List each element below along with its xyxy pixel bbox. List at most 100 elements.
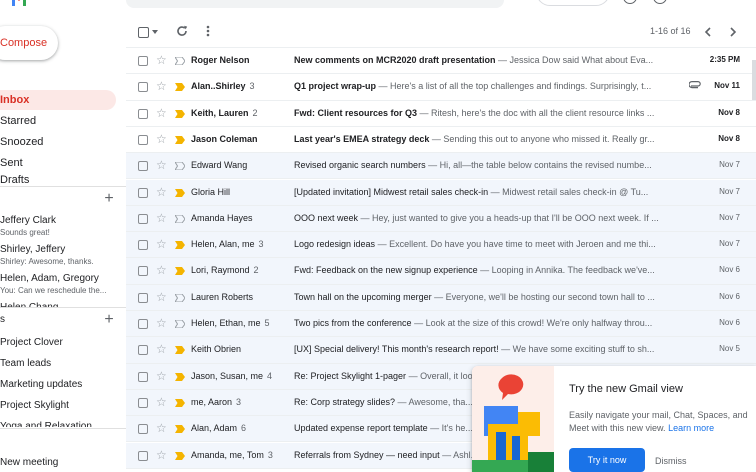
label-item[interactable]: Team leads xyxy=(0,358,51,369)
label-item[interactable]: Project Clover xyxy=(0,337,63,348)
email-subject: Updated expense report template xyxy=(294,423,428,434)
row-checkbox[interactable] xyxy=(138,108,148,119)
email-row[interactable]: ☆ Jason Coleman Last year's EMEA strategy … xyxy=(126,126,756,154)
email-row[interactable]: ☆ Helen, Alan, me 3 Logo redesign ideas — E… xyxy=(126,232,756,259)
row-checkbox[interactable] xyxy=(138,82,148,93)
star-icon[interactable]: ☆ xyxy=(156,421,167,435)
dismiss-button[interactable]: Dismiss xyxy=(655,456,687,466)
promo-illustration xyxy=(472,366,554,472)
label-item[interactable]: Marketing updates xyxy=(0,379,82,390)
learn-more-link[interactable]: Learn more xyxy=(668,423,714,433)
row-checkbox[interactable] xyxy=(138,187,148,198)
important-marker-icon[interactable] xyxy=(175,109,185,118)
select-all-checkbox[interactable] xyxy=(138,27,149,38)
email-row[interactable]: ☆ Roger Nelson New comments on MCR2020 dra… xyxy=(126,48,756,75)
row-checkbox[interactable] xyxy=(138,450,148,461)
star-icon[interactable]: ☆ xyxy=(156,448,167,462)
sidebar-item-inbox[interactable]: Inbox xyxy=(0,90,116,110)
sidebar-item-drafts[interactable]: Drafts xyxy=(0,174,116,186)
star-icon[interactable]: ☆ xyxy=(156,395,167,409)
star-icon[interactable]: ☆ xyxy=(156,79,167,93)
row-checkbox[interactable] xyxy=(138,240,148,251)
chat-item-name[interactable]: Helen, Adam, Gregory xyxy=(0,273,99,284)
important-marker-icon[interactable] xyxy=(175,135,185,144)
new-chat-plus-icon[interactable]: + xyxy=(103,191,115,207)
more-vert-icon[interactable] xyxy=(206,25,210,37)
important-marker-icon[interactable] xyxy=(175,162,185,171)
important-marker-icon[interactable] xyxy=(175,188,185,197)
important-marker-icon[interactable] xyxy=(175,57,185,65)
search-bar[interactable] xyxy=(126,0,504,8)
email-row[interactable]: ☆ Keith, Lauren 2 Fwd: Client resources for… xyxy=(126,100,756,127)
row-checkbox[interactable] xyxy=(138,266,148,277)
compose-button[interactable]: Compose xyxy=(0,26,58,60)
important-marker-icon[interactable] xyxy=(175,83,185,92)
email-row[interactable]: ☆ Edward Wang Revised organic search numbe… xyxy=(126,153,756,180)
star-icon[interactable]: ☆ xyxy=(156,342,167,356)
sender-name: Amanda Hayes xyxy=(191,212,253,223)
row-checkbox[interactable] xyxy=(138,345,148,356)
chevron-right-icon[interactable] xyxy=(730,27,737,37)
important-marker-icon[interactable] xyxy=(175,241,185,250)
settings-icon[interactable] xyxy=(653,0,667,4)
important-marker-icon[interactable] xyxy=(175,267,185,276)
star-icon[interactable]: ☆ xyxy=(156,132,167,146)
email-row[interactable]: ☆ Helen, Ethan, me 5 Two pics from the conf… xyxy=(126,311,756,338)
star-icon[interactable]: ☆ xyxy=(156,263,167,277)
email-date: 2:35 PM xyxy=(709,55,740,64)
star-icon[interactable]: ☆ xyxy=(156,211,167,225)
chevron-down-icon[interactable] xyxy=(152,30,158,34)
star-icon[interactable]: ☆ xyxy=(156,106,167,120)
email-subject: Re: Corp strategy slides? xyxy=(294,396,396,407)
star-icon[interactable]: ☆ xyxy=(156,185,167,199)
important-marker-icon[interactable] xyxy=(175,451,185,460)
sidebar-item-starred[interactable]: Starred xyxy=(0,111,116,131)
help-icon[interactable] xyxy=(623,0,637,4)
sidebar-item-snoozed[interactable]: Snoozed xyxy=(0,132,116,152)
email-subject: Fwd: Client resources for Q3 xyxy=(294,107,418,118)
row-checkbox[interactable] xyxy=(138,213,148,224)
email-row[interactable]: ☆ Gloria Hill [Updated invitation] Midwest… xyxy=(126,179,756,206)
email-row[interactable]: ☆ Lauren Roberts Town hall on the upcoming… xyxy=(126,284,756,311)
star-icon[interactable]: ☆ xyxy=(156,369,167,383)
new-meeting-link[interactable]: New meeting xyxy=(0,457,58,468)
star-icon[interactable]: ☆ xyxy=(156,290,167,304)
row-checkbox[interactable] xyxy=(138,134,148,145)
email-row[interactable]: ☆ Lori, Raymond 2 Fwd: Feedback on the new … xyxy=(126,258,756,285)
row-checkbox[interactable] xyxy=(138,56,148,66)
row-checkbox[interactable] xyxy=(138,371,148,382)
scrollbar[interactable] xyxy=(752,60,756,100)
email-row[interactable]: ☆ Amanda Hayes OOO next week — Hey, just w… xyxy=(126,205,756,233)
important-marker-icon[interactable] xyxy=(175,372,185,381)
star-icon[interactable]: ☆ xyxy=(156,316,167,330)
important-marker-icon[interactable] xyxy=(175,346,185,355)
email-sender: Edward Wang xyxy=(191,160,291,170)
row-checkbox[interactable] xyxy=(138,161,148,172)
email-row[interactable]: ☆ Keith Obrien [UX] Special delivery! This… xyxy=(126,337,756,364)
try-it-now-button[interactable]: Try it now xyxy=(569,448,645,472)
important-marker-icon[interactable] xyxy=(175,214,185,223)
row-checkbox[interactable] xyxy=(138,319,148,329)
important-marker-icon[interactable] xyxy=(175,398,185,407)
sidebar-item-sent[interactable]: Sent xyxy=(0,153,116,173)
chat-item-name[interactable]: Jeffery Clark xyxy=(0,215,56,226)
row-checkbox[interactable] xyxy=(138,424,148,435)
label-item[interactable]: Project Skylight xyxy=(0,400,69,411)
star-icon[interactable]: ☆ xyxy=(156,237,167,251)
email-content: New comments on MCR2020 draft presentati… xyxy=(294,55,664,65)
chat-item-name[interactable]: Shirley, Jeffery xyxy=(0,244,65,255)
new-space-plus-icon[interactable]: + xyxy=(103,312,115,328)
chevron-left-icon[interactable] xyxy=(704,27,711,37)
star-icon[interactable]: ☆ xyxy=(156,53,167,67)
star-icon[interactable]: ☆ xyxy=(156,158,167,172)
refresh-icon[interactable] xyxy=(176,25,188,37)
important-marker-icon[interactable] xyxy=(175,293,185,302)
email-snippet: — Jessica Dow said What about Eva... xyxy=(495,55,654,65)
email-row[interactable]: ☆ Alan..Shirley 3 Q1 project wrap-up — Here… xyxy=(126,74,756,101)
important-marker-icon[interactable] xyxy=(175,320,185,328)
row-checkbox[interactable] xyxy=(138,397,148,408)
status-pill[interactable] xyxy=(536,0,610,6)
row-checkbox[interactable] xyxy=(138,292,148,303)
important-marker-icon[interactable] xyxy=(175,425,185,434)
label-item[interactable]: Yoga and Relaxation xyxy=(0,421,92,427)
